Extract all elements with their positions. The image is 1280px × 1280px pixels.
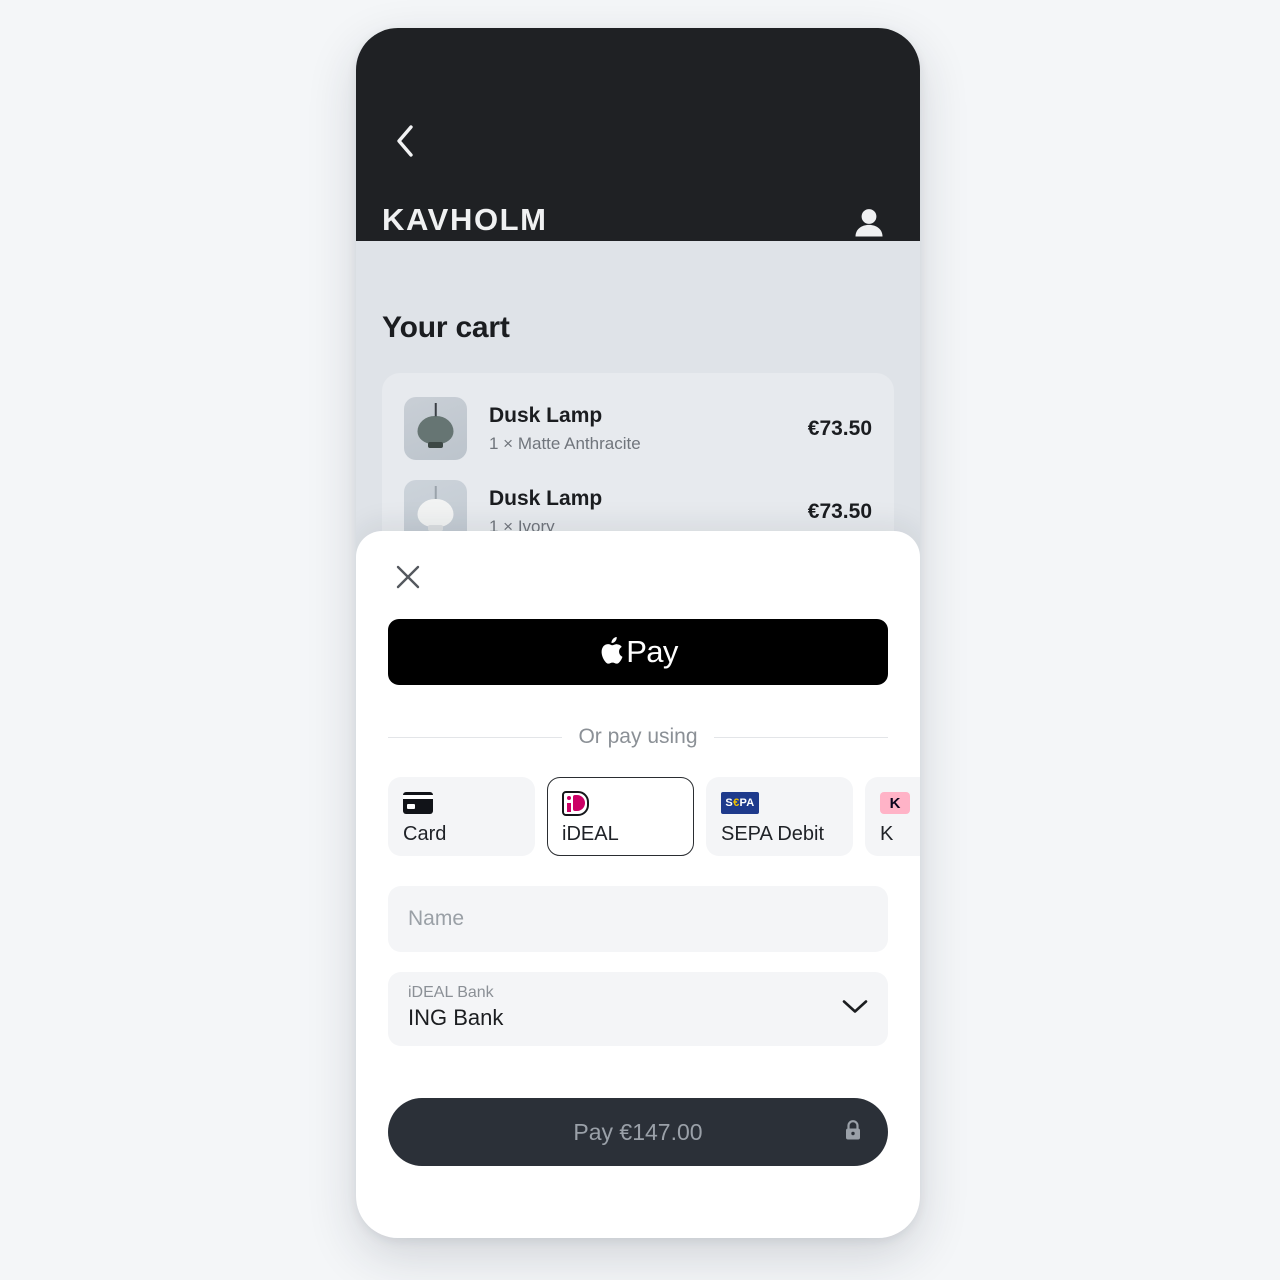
payment-method-ideal[interactable]: iDEAL: [547, 777, 694, 856]
person-icon: [855, 209, 883, 237]
method-icon: K: [880, 790, 920, 816]
apple-pay-label: Pay: [626, 634, 678, 669]
method-label: SEPA Debit: [721, 823, 825, 845]
divider: Or pay using: [388, 725, 888, 749]
back-button[interactable]: [378, 114, 432, 168]
page-title: Your cart: [382, 311, 510, 344]
product-variant: 1 × Matte Anthracite: [489, 433, 641, 453]
divider-line-left: [388, 736, 563, 738]
product-name: Dusk Lamp: [489, 486, 603, 510]
app-header: KAVHOLM: [356, 28, 920, 241]
apple-pay-button[interactable]: Pay: [388, 619, 888, 685]
ideal-logo-icon: [562, 790, 589, 816]
divider-label: Or pay using: [578, 725, 698, 748]
payment-method-card[interactable]: Card: [388, 777, 535, 856]
payment-sheet: Pay Or pay using Card iDEAL S € PA SEPA …: [356, 531, 920, 1238]
method-icon: [562, 790, 679, 816]
klarna-logo-icon: K: [880, 792, 910, 814]
divider-line-right: [713, 736, 888, 738]
close-icon: [396, 565, 420, 589]
account-button[interactable]: [846, 200, 892, 246]
method-label: iDEAL: [562, 823, 619, 845]
product-info: Dusk Lamp 1 × Matte Anthracite: [467, 403, 808, 455]
payment-methods-list: Card iDEAL S € PA SEPA Debit K K: [388, 777, 920, 856]
ideal-bank-select[interactable]: iDEAL Bank ING Bank: [388, 972, 888, 1046]
chevron-down-icon: [842, 999, 868, 1020]
select-value: ING Bank: [408, 1005, 504, 1031]
phone-frame: KAVHOLM Your cart Dusk Lamp 1 × Matte An…: [356, 28, 920, 1238]
method-label: Card: [403, 823, 447, 845]
cart-section: Your cart Dusk Lamp 1 × Matte Anthracite…: [356, 241, 920, 571]
product-thumbnail: [404, 397, 467, 460]
name-input[interactable]: [388, 886, 888, 952]
method-icon: [403, 790, 520, 816]
chevron-left-icon: [397, 125, 413, 157]
method-label: K: [880, 823, 894, 845]
product-price: €73.50: [807, 499, 872, 523]
lock-icon: [844, 1120, 862, 1145]
sepa-logo-icon: S € PA: [721, 792, 759, 814]
payment-methods-scroller[interactable]: Card iDEAL S € PA SEPA Debit K K: [388, 777, 920, 856]
pay-button[interactable]: Pay €147.00: [388, 1098, 888, 1166]
product-price: €73.50: [807, 416, 872, 440]
screen-root: KAVHOLM Your cart Dusk Lamp 1 × Matte An…: [0, 0, 1280, 1280]
credit-card-icon: [403, 792, 433, 814]
table-row: Dusk Lamp 1 × Matte Anthracite €73.50: [404, 387, 872, 470]
payment-method-sepa-debit[interactable]: S € PA SEPA Debit: [706, 777, 853, 856]
apple-logo-icon: [601, 637, 623, 664]
method-icon: S € PA: [721, 790, 838, 816]
payment-method-klarna[interactable]: K K: [865, 777, 920, 856]
product-info: Dusk Lamp 1 × Ivory: [467, 486, 808, 538]
pendant-lamp-anthracite-icon: [404, 403, 467, 460]
select-label: iDEAL Bank: [408, 984, 494, 1001]
product-name: Dusk Lamp: [489, 403, 603, 427]
close-sheet-button[interactable]: [388, 557, 428, 597]
brand-wordmark: KAVHOLM: [382, 202, 548, 237]
pay-button-label: Pay €147.00: [573, 1118, 703, 1145]
